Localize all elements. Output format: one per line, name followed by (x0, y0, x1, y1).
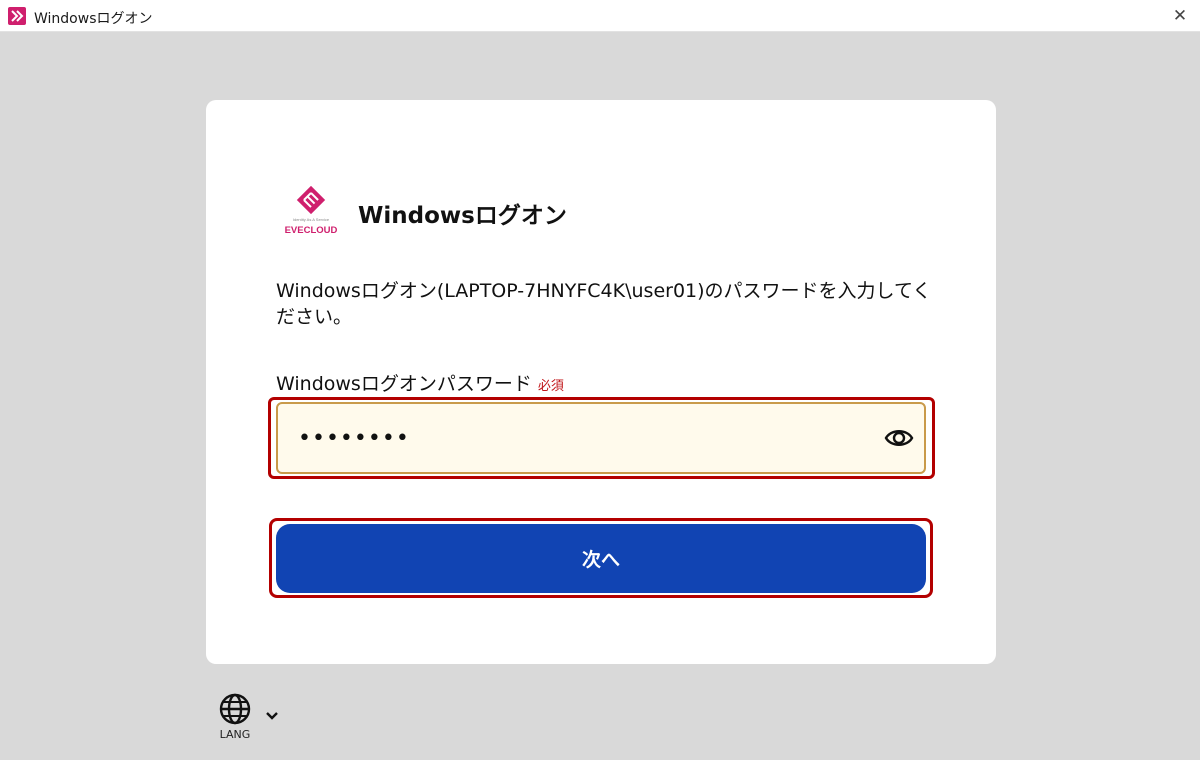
language-selector[interactable]: LANG (214, 690, 294, 750)
title-bar: Windowsログオン ✕ (0, 0, 1200, 32)
page-title: Windowsログオン (358, 203, 567, 229)
logo-mark-icon (296, 186, 326, 215)
evecloud-logo: Identity As A Service EVECLOUD (280, 186, 342, 240)
next-button[interactable]: 次へ (276, 524, 926, 593)
app-logo-icon (8, 7, 26, 25)
window-title: Windowsログオン (34, 11, 153, 27)
globe-icon[interactable] (218, 692, 252, 726)
eye-icon[interactable] (884, 425, 914, 451)
chevron-down-icon[interactable] (264, 710, 280, 722)
password-label-text: Windowsログオンパスワード (276, 373, 532, 395)
password-label: Windowsログオンパスワード 必須 (276, 369, 564, 396)
close-icon[interactable]: ✕ (1168, 4, 1192, 28)
description-text: Windowsログオン(LAPTOP-7HNYFC4K\user01)のパスワー… (276, 280, 932, 328)
password-input[interactable] (276, 402, 926, 474)
language-label: LANG (219, 728, 251, 741)
logo-subtext: Identity As A Service (292, 217, 330, 222)
login-card: Identity As A Service EVECLOUD Windowsログ… (206, 100, 996, 664)
required-badge: 必須 (537, 379, 564, 394)
logo-text: EVECLOUD (284, 225, 338, 236)
